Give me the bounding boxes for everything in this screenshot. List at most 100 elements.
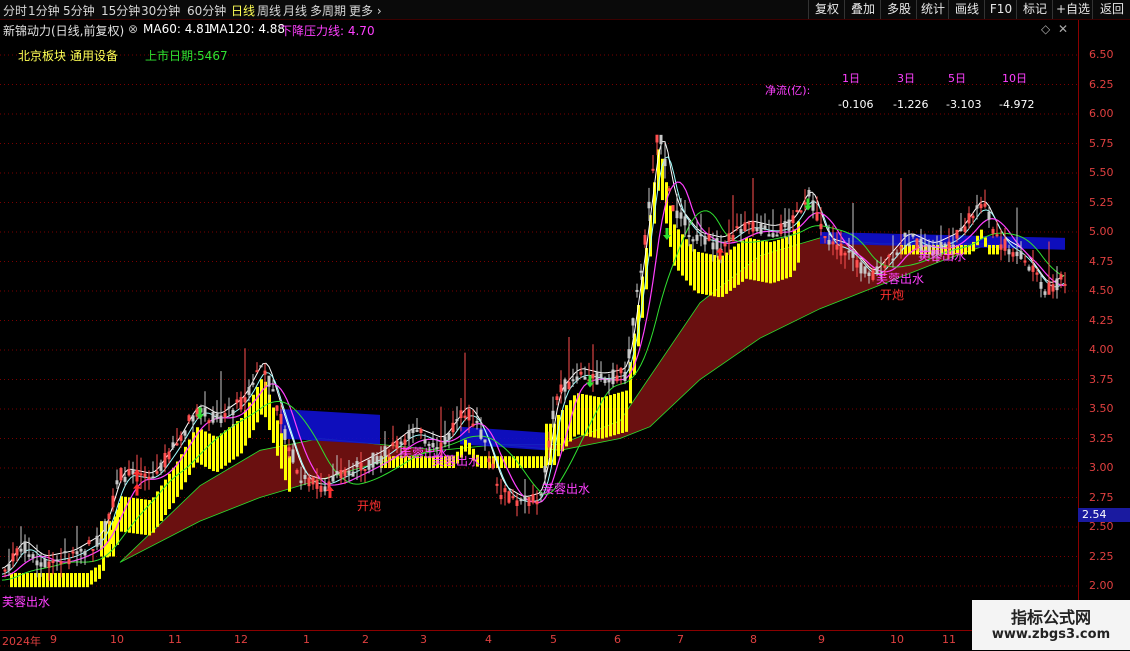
yellow-stair-bar xyxy=(10,573,13,588)
candle-body xyxy=(851,251,855,258)
candle-body xyxy=(627,349,631,359)
candle-body xyxy=(211,411,215,423)
yellow-stair-bar xyxy=(22,573,25,588)
candle-body xyxy=(759,223,763,234)
candle-body xyxy=(479,429,483,439)
tab-fenshi[interactable]: 分时 xyxy=(3,2,27,19)
overlay-button[interactable]: 叠加 xyxy=(844,0,881,19)
candle-body xyxy=(631,318,635,326)
tab-multi[interactable]: 多周期 xyxy=(310,2,346,19)
site-watermark: 指标公式网 www.zbgs3.com xyxy=(972,600,1130,650)
price-tick: 4.50 xyxy=(1089,284,1114,297)
price-tick: 2.75 xyxy=(1089,490,1114,504)
candle-body xyxy=(259,365,263,368)
yellow-stair-bar xyxy=(14,573,17,588)
settings-icon[interactable]: ⊗ xyxy=(128,22,138,36)
yellow-stair-bar xyxy=(785,237,788,279)
f10-button[interactable]: F10 xyxy=(984,0,1017,19)
price-tick: 2.00 xyxy=(1089,579,1114,592)
draw-button[interactable]: 画线 xyxy=(948,0,985,19)
candle-body xyxy=(1039,282,1043,289)
signal-label-kaipao: 开炮 xyxy=(880,288,905,302)
yellow-stair-bar xyxy=(581,394,584,436)
candle-body xyxy=(355,461,359,468)
candle-body xyxy=(1063,283,1067,286)
candle-body xyxy=(787,219,791,231)
signal-label-furong: 芙蓉出水 xyxy=(432,454,481,468)
candle-body xyxy=(411,428,415,434)
candle-body xyxy=(603,377,607,383)
add-watchlist-button[interactable]: +自选 xyxy=(1052,0,1093,19)
candle-body xyxy=(251,382,255,385)
candle-body xyxy=(407,429,411,439)
mark-button[interactable]: 标记 xyxy=(1016,0,1053,19)
tab-more[interactable]: 更多 › xyxy=(349,2,382,19)
stats-button[interactable]: 统计 xyxy=(916,0,949,19)
candle-body xyxy=(607,379,611,383)
candle-body xyxy=(635,289,639,292)
close-icon[interactable]: ✕ xyxy=(1058,22,1068,36)
candle-body xyxy=(1015,251,1019,257)
candle-body xyxy=(755,227,759,232)
yellow-stair-bar xyxy=(42,573,45,588)
candle-body xyxy=(191,415,195,422)
yellow-stair-bar xyxy=(693,249,696,291)
candle-body xyxy=(247,387,251,395)
diamond-icon[interactable]: ◇ xyxy=(1041,22,1050,36)
candle-body xyxy=(583,377,587,380)
price-axis: 6.50 6.25 6.00 5.75 5.50 5.25 5.00 4.75 4.50 4.25… xyxy=(1078,20,1130,630)
candle-body xyxy=(35,560,39,566)
fuquan-button[interactable]: 复权 xyxy=(808,0,845,19)
candle-body xyxy=(99,538,103,546)
date-tick: 10 xyxy=(890,633,904,646)
back-button[interactable]: 返回 xyxy=(1092,0,1130,19)
price-tick: 3.25 xyxy=(1089,431,1114,445)
tab-monthly[interactable]: 月线 xyxy=(283,2,307,19)
yellow-stair-bar xyxy=(701,252,704,295)
date-tick: 11 xyxy=(942,633,956,646)
candle-body xyxy=(699,234,703,237)
tab-5min[interactable]: 5分钟 xyxy=(63,2,95,19)
date-tick: 5 xyxy=(550,633,557,646)
candle-body xyxy=(7,563,11,571)
candle-body xyxy=(75,551,79,555)
tab-60min[interactable]: 60分钟 xyxy=(187,2,226,19)
candle-body xyxy=(867,272,871,277)
signal-label-furong: 芙蓉出水 xyxy=(542,482,591,496)
yellow-stair-bar xyxy=(112,521,115,557)
candle-body xyxy=(31,554,35,559)
yellow-stair-bar xyxy=(980,229,983,240)
tab-daily[interactable]: 日线 xyxy=(231,2,255,19)
kline-chart[interactable] xyxy=(0,20,1078,630)
candle-body xyxy=(379,455,383,464)
yellow-stair-bar xyxy=(66,573,69,588)
multi-stock-button[interactable]: 多股 xyxy=(880,0,917,19)
ma60-value: MA60: 4.81 xyxy=(143,22,212,36)
yellow-stair-bar xyxy=(232,424,235,460)
tab-weekly[interactable]: 周线 xyxy=(257,2,281,19)
candle-body xyxy=(595,372,599,385)
watermark-title: 指标公式网 xyxy=(1010,608,1091,627)
candle-body xyxy=(679,212,683,219)
candle-body xyxy=(415,429,419,432)
candle-body xyxy=(519,498,523,502)
tab-15min[interactable]: 15分钟 xyxy=(101,2,140,19)
candle-body xyxy=(55,559,59,562)
yellow-stair-bar xyxy=(729,249,732,291)
date-tick: 9 xyxy=(818,633,825,646)
yellow-stair-bar xyxy=(276,420,279,456)
candle-body xyxy=(363,468,367,471)
candle-body xyxy=(43,558,47,568)
candle-body xyxy=(283,429,287,440)
yellow-stair-bar xyxy=(124,496,127,533)
chevron-right-icon: › xyxy=(373,4,382,18)
candle-body xyxy=(767,234,771,237)
date-tick: 7 xyxy=(677,633,684,646)
candle-body xyxy=(795,210,799,213)
tab-1min[interactable]: 1分钟 xyxy=(28,2,60,19)
yellow-stair-bar xyxy=(132,497,135,534)
yellow-stair-bar xyxy=(280,433,283,469)
yellow-stair-bar xyxy=(62,573,65,588)
tab-30min[interactable]: 30分钟 xyxy=(141,2,180,19)
yellow-stair-bar xyxy=(90,570,93,585)
